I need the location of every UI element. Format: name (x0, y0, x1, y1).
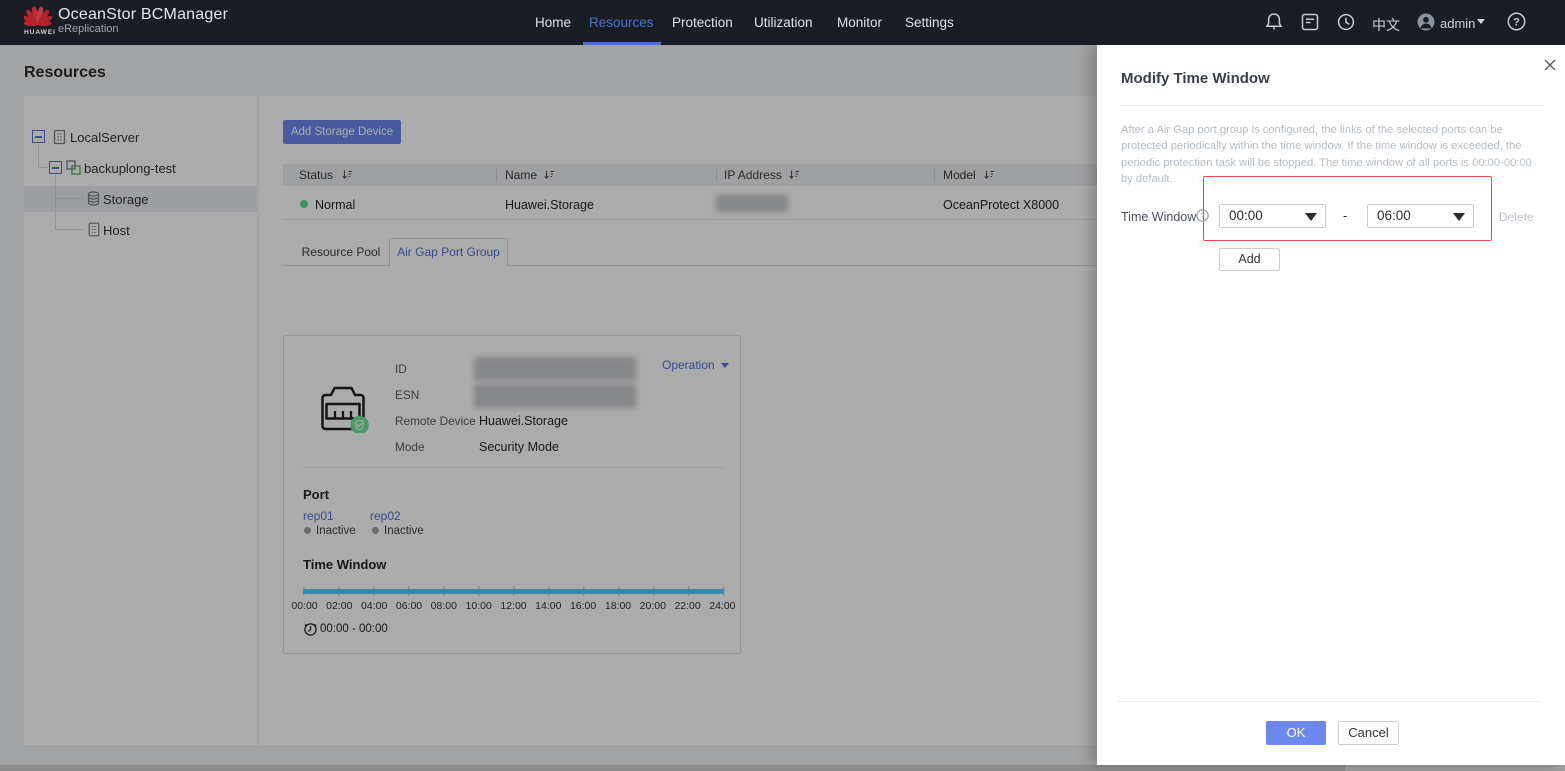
svg-text:?: ? (1200, 211, 1205, 221)
svg-text:?: ? (1513, 17, 1520, 29)
